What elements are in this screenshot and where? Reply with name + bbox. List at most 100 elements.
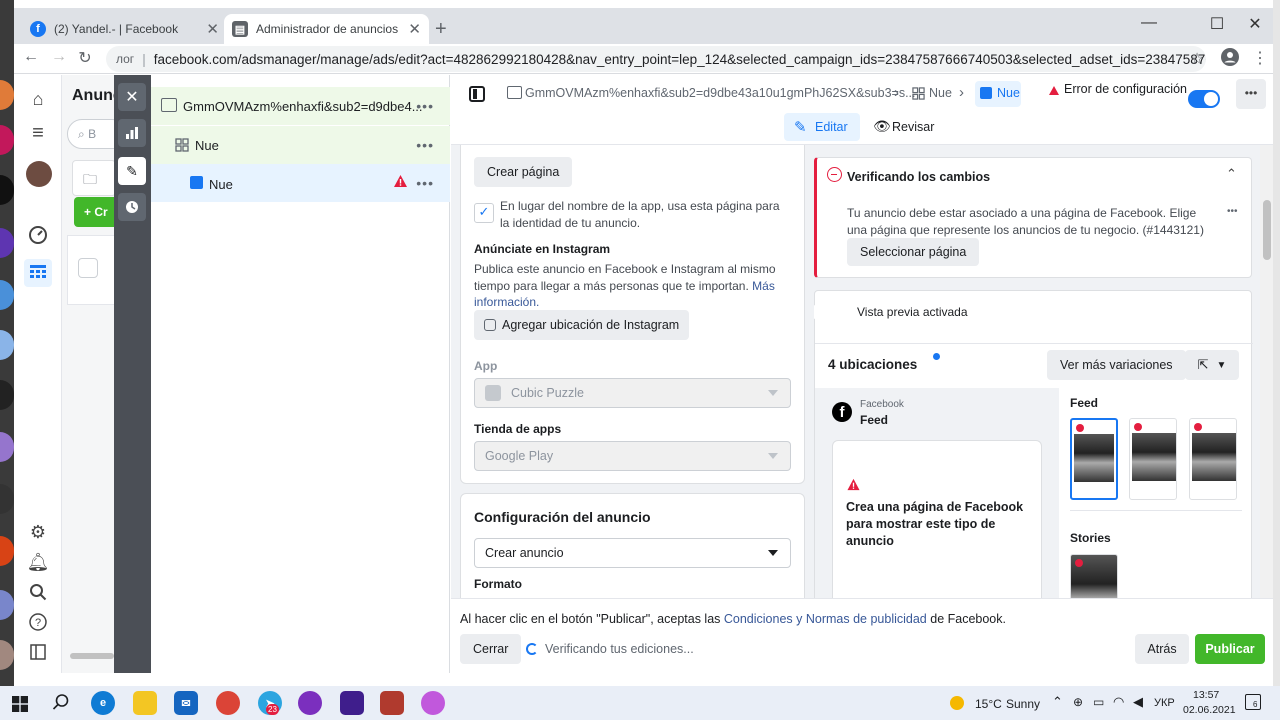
close-button[interactable]: Cerrar (460, 634, 522, 664)
panel-toggle-icon[interactable] (26, 640, 50, 664)
more-options-icon[interactable]: ••• (416, 175, 434, 191)
app-icon[interactable] (340, 691, 364, 715)
status-text: Verificando tus ediciones... (545, 642, 694, 656)
avatar[interactable] (26, 161, 52, 187)
desktop-avatar (0, 590, 14, 620)
store-select[interactable]: Google Play (474, 441, 791, 471)
maximize-icon[interactable]: ☐ (1202, 14, 1232, 34)
desktop-avatar (0, 228, 14, 258)
feed-thumbnail[interactable] (1129, 418, 1177, 500)
more-options-button[interactable]: ••• (1236, 79, 1266, 109)
browser-menu-icon[interactable]: ⋮ (1249, 48, 1271, 68)
url-field[interactable]: лог | facebook.com/adsmanager/manage/ads… (106, 46, 1206, 72)
notification-center-icon[interactable]: 6 (1245, 694, 1261, 710)
windows-start-icon[interactable] (12, 696, 28, 715)
chevron-up-icon[interactable]: ⌃ (1052, 694, 1063, 710)
row-checkbox[interactable] (78, 258, 98, 278)
more-options-icon[interactable]: ••• (416, 137, 434, 153)
browser-tab-ads-manager[interactable]: ▤ Administrador de anuncios - Adm ✕ (224, 14, 429, 44)
tree-item-adset[interactable]: Nue ••• (151, 126, 450, 164)
back-icon[interactable]: ← (20, 48, 42, 66)
reload-icon[interactable]: ↻ (74, 48, 96, 68)
file-explorer-icon[interactable] (133, 691, 157, 715)
forward-icon[interactable]: → (48, 48, 70, 66)
dashboard-icon[interactable] (26, 223, 50, 247)
tab-edit[interactable]: ✎ Editar (784, 113, 860, 141)
help-icon[interactable]: ? (26, 610, 50, 634)
clock-date[interactable]: 02.06.2021 (1183, 704, 1236, 716)
app-select[interactable]: Cubic Puzzle (474, 378, 791, 408)
instagram-icon (484, 319, 496, 331)
tree-item-ad[interactable]: Nue ••• (151, 164, 450, 202)
terms-link[interactable]: Condiciones y Normas de publicidad (724, 612, 927, 626)
create-page-button[interactable]: Crear página (474, 157, 573, 187)
scrollbar-thumb[interactable] (1263, 200, 1271, 260)
page-required-card: Crea una página de Facebook para mostrar… (832, 440, 1042, 598)
notifications-bell-icon[interactable]: 🔔︎ (26, 550, 50, 574)
breadcrumb-adset[interactable]: Nue (929, 86, 952, 100)
desktop-avatar (0, 640, 14, 670)
browser-tab-facebook[interactable]: f (2) Yandel.- | Facebook ✕ (22, 14, 227, 44)
publish-button[interactable]: Publicar (1195, 634, 1265, 664)
use-page-checkbox[interactable]: ✓ (474, 203, 494, 223)
app-icon[interactable] (421, 691, 445, 715)
profile-icon[interactable] (1219, 48, 1241, 71)
battery-icon[interactable]: ▭ (1093, 695, 1104, 709)
winrar-icon[interactable] (380, 691, 404, 715)
ad-active-toggle[interactable] (1188, 90, 1220, 108)
collapse-chevron-icon[interactable]: ⌃ (1226, 166, 1237, 182)
history-clock-icon[interactable] (118, 193, 146, 221)
close-editor-icon[interactable]: ✕ (118, 83, 146, 111)
breadcrumb-campaign[interactable]: GmmOVMAzm%enhaxfi&sub2=d9dbe43a10u1gmPhJ… (525, 86, 916, 100)
edge-icon[interactable]: e (91, 691, 115, 715)
close-tab-icon[interactable]: ✕ (408, 20, 421, 38)
sidebar-toggle-icon[interactable] (469, 86, 485, 102)
volume-icon[interactable]: ◀ (1133, 694, 1143, 710)
tab-review[interactable]: 👁︎ Revisar (869, 113, 941, 141)
mail-icon[interactable]: ✉ (174, 691, 198, 715)
add-instagram-button[interactable]: Agregar ubicación de Instagram (474, 310, 690, 340)
close-window-icon[interactable]: ✕ (1240, 14, 1270, 34)
folder-tab[interactable]: 🗀 (72, 160, 114, 196)
more-variations-button[interactable]: Ver más variaciones (1047, 350, 1186, 380)
settings-gear-icon[interactable]: ⚙ (26, 520, 50, 544)
network-icon[interactable]: ⊕ (1073, 695, 1083, 709)
create-ad-select[interactable]: Crear anuncio (474, 538, 791, 568)
feed-thumbnail[interactable] (1189, 418, 1237, 500)
language-indicator[interactable]: УКР (1154, 697, 1175, 709)
clock-time[interactable]: 13:57 (1193, 689, 1219, 701)
chart-icon[interactable] (118, 119, 146, 147)
chrome-icon[interactable] (216, 691, 240, 715)
stories-thumbnail[interactable] (1070, 554, 1118, 598)
home-icon[interactable]: ⌂ (26, 87, 50, 111)
new-dot-indicator (933, 353, 940, 360)
desktop-avatar (0, 175, 14, 205)
share-preview-button[interactable]: ⇱ ▼ (1185, 350, 1239, 380)
edit-form: Crear página ✓ En lugar del nombre de la… (451, 145, 814, 598)
breadcrumb-ad[interactable]: Nue (975, 81, 1021, 107)
search-icon[interactable] (26, 580, 50, 604)
app-icon[interactable] (298, 691, 322, 715)
menu-icon[interactable]: ≡ (26, 121, 50, 145)
tree-item-campaign[interactable]: GmmOVMAzm%enhaxfi&sub2=d9dbe4... ••• (151, 87, 450, 125)
close-tab-icon[interactable]: ✕ (206, 20, 219, 38)
search-input[interactable]: ⌕ B (67, 119, 114, 149)
select-page-button[interactable]: Seleccionar página (847, 238, 980, 266)
create-button[interactable]: + Cr (74, 197, 114, 227)
desktop-background-left (0, 0, 14, 686)
new-tab-button[interactable]: + (427, 14, 455, 44)
vertical-scrollbar[interactable] (1260, 145, 1273, 598)
horizontal-scrollbar[interactable] (70, 653, 114, 659)
back-button[interactable]: Atrás (1135, 634, 1189, 664)
wifi-icon[interactable]: ◠ (1113, 694, 1124, 710)
feed-thumbnail-selected[interactable] (1070, 418, 1118, 500)
bookmark-star-icon[interactable]: ☆ (1186, 49, 1208, 69)
edit-pencil-icon[interactable]: ✎ (118, 157, 146, 185)
more-options-icon[interactable]: ••• (416, 98, 434, 114)
ads-manager-table-icon[interactable] (24, 259, 52, 287)
minimize-icon[interactable]: — (1134, 14, 1164, 32)
weather-text[interactable]: Sunny (1006, 697, 1040, 711)
weather-temp[interactable]: 15°C (975, 697, 1002, 711)
more-options-icon[interactable]: ••• (1227, 206, 1238, 217)
search-icon[interactable] (52, 693, 70, 714)
